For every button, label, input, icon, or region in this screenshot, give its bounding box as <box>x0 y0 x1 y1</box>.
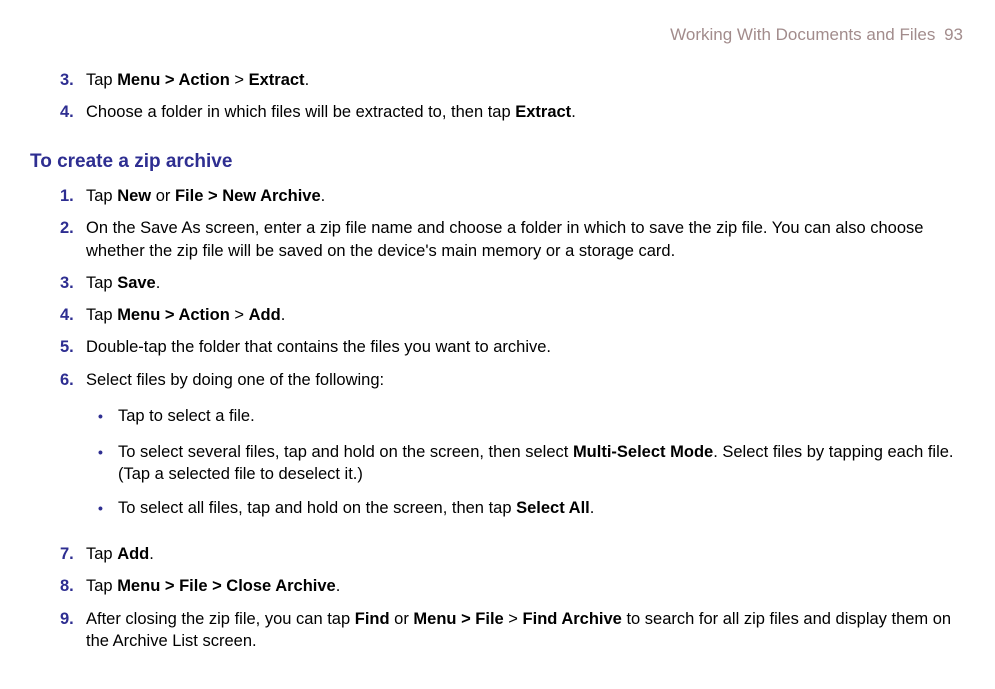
step-body: Double-tap the folder that contains the … <box>86 336 965 358</box>
step-body: After closing the zip file, you can tap … <box>86 608 965 653</box>
sub-body: To select all files, tap and hold on the… <box>118 497 965 521</box>
step-item: 4.Choose a folder in which files will be… <box>60 101 965 123</box>
bullet-icon: • <box>98 441 118 486</box>
step-item: 3.Tap Menu > Action > Extract. <box>60 69 965 91</box>
step-item: 1.Tap New or File > New Archive. <box>60 185 965 207</box>
section-heading: To create a zip archive <box>30 149 965 175</box>
intro-step-list: 3.Tap Menu > Action > Extract.4.Choose a… <box>30 69 965 124</box>
step-text: After closing the zip file, you can tap … <box>86 610 951 650</box>
step-number: 4. <box>60 101 86 123</box>
step-text: Tap to select a file. <box>118 407 255 425</box>
step-body: Tap Menu > File > Close Archive. <box>86 575 965 597</box>
step-number: 3. <box>60 69 86 91</box>
step-number: 6. <box>60 369 86 533</box>
step-text: On the Save As screen, enter a zip file … <box>86 219 923 259</box>
step-text: Tap Save. <box>86 274 160 292</box>
page-header: Working With Documents and Files 93 <box>30 24 965 47</box>
bullet-icon: • <box>98 405 118 429</box>
step-item: 5.Double-tap the folder that contains th… <box>60 336 965 358</box>
step-number: 3. <box>60 272 86 294</box>
step-body: Tap Save. <box>86 272 965 294</box>
step-number: 7. <box>60 543 86 565</box>
step-text: Tap New or File > New Archive. <box>86 187 325 205</box>
sub-body: Tap to select a file. <box>118 405 965 429</box>
step-body: Tap Menu > Action > Extract. <box>86 69 965 91</box>
step-item: 2.On the Save As screen, enter a zip fil… <box>60 217 965 262</box>
main-step-list: 1.Tap New or File > New Archive.2.On the… <box>30 185 965 652</box>
step-text: To select several files, tap and hold on… <box>118 443 954 483</box>
sub-item: •To select all files, tap and hold on th… <box>98 497 965 521</box>
chapter-title: Working With Documents and Files <box>670 25 935 44</box>
step-text: Select files by doing one of the followi… <box>86 371 384 389</box>
sub-item: •To select several files, tap and hold o… <box>98 441 965 486</box>
step-number: 5. <box>60 336 86 358</box>
step-item: 9.After closing the zip file, you can ta… <box>60 608 965 653</box>
step-text: Tap Add. <box>86 545 154 563</box>
step-item: 8.Tap Menu > File > Close Archive. <box>60 575 965 597</box>
step-text: Choose a folder in which files will be e… <box>86 103 576 121</box>
step-text: To select all files, tap and hold on the… <box>118 499 594 517</box>
step-body: Tap Add. <box>86 543 965 565</box>
step-text: Tap Menu > File > Close Archive. <box>86 577 340 595</box>
step-body: Tap Menu > Action > Add. <box>86 304 965 326</box>
step-text: Double-tap the folder that contains the … <box>86 338 551 356</box>
step-body: Select files by doing one of the followi… <box>86 369 965 533</box>
step-number: 1. <box>60 185 86 207</box>
sub-list: •Tap to select a file.•To select several… <box>86 405 965 521</box>
step-text: Tap Menu > Action > Extract. <box>86 71 309 89</box>
page-number: 93 <box>944 25 963 44</box>
step-text: Tap Menu > Action > Add. <box>86 306 285 324</box>
step-item: 7.Tap Add. <box>60 543 965 565</box>
step-body: Choose a folder in which files will be e… <box>86 101 965 123</box>
step-number: 2. <box>60 217 86 262</box>
step-item: 3.Tap Save. <box>60 272 965 294</box>
sub-body: To select several files, tap and hold on… <box>118 441 965 486</box>
step-item: 4.Tap Menu > Action > Add. <box>60 304 965 326</box>
sub-item: •Tap to select a file. <box>98 405 965 429</box>
step-body: On the Save As screen, enter a zip file … <box>86 217 965 262</box>
step-body: Tap New or File > New Archive. <box>86 185 965 207</box>
step-number: 4. <box>60 304 86 326</box>
step-number: 9. <box>60 608 86 653</box>
step-item: 6.Select files by doing one of the follo… <box>60 369 965 533</box>
bullet-icon: • <box>98 497 118 521</box>
step-number: 8. <box>60 575 86 597</box>
